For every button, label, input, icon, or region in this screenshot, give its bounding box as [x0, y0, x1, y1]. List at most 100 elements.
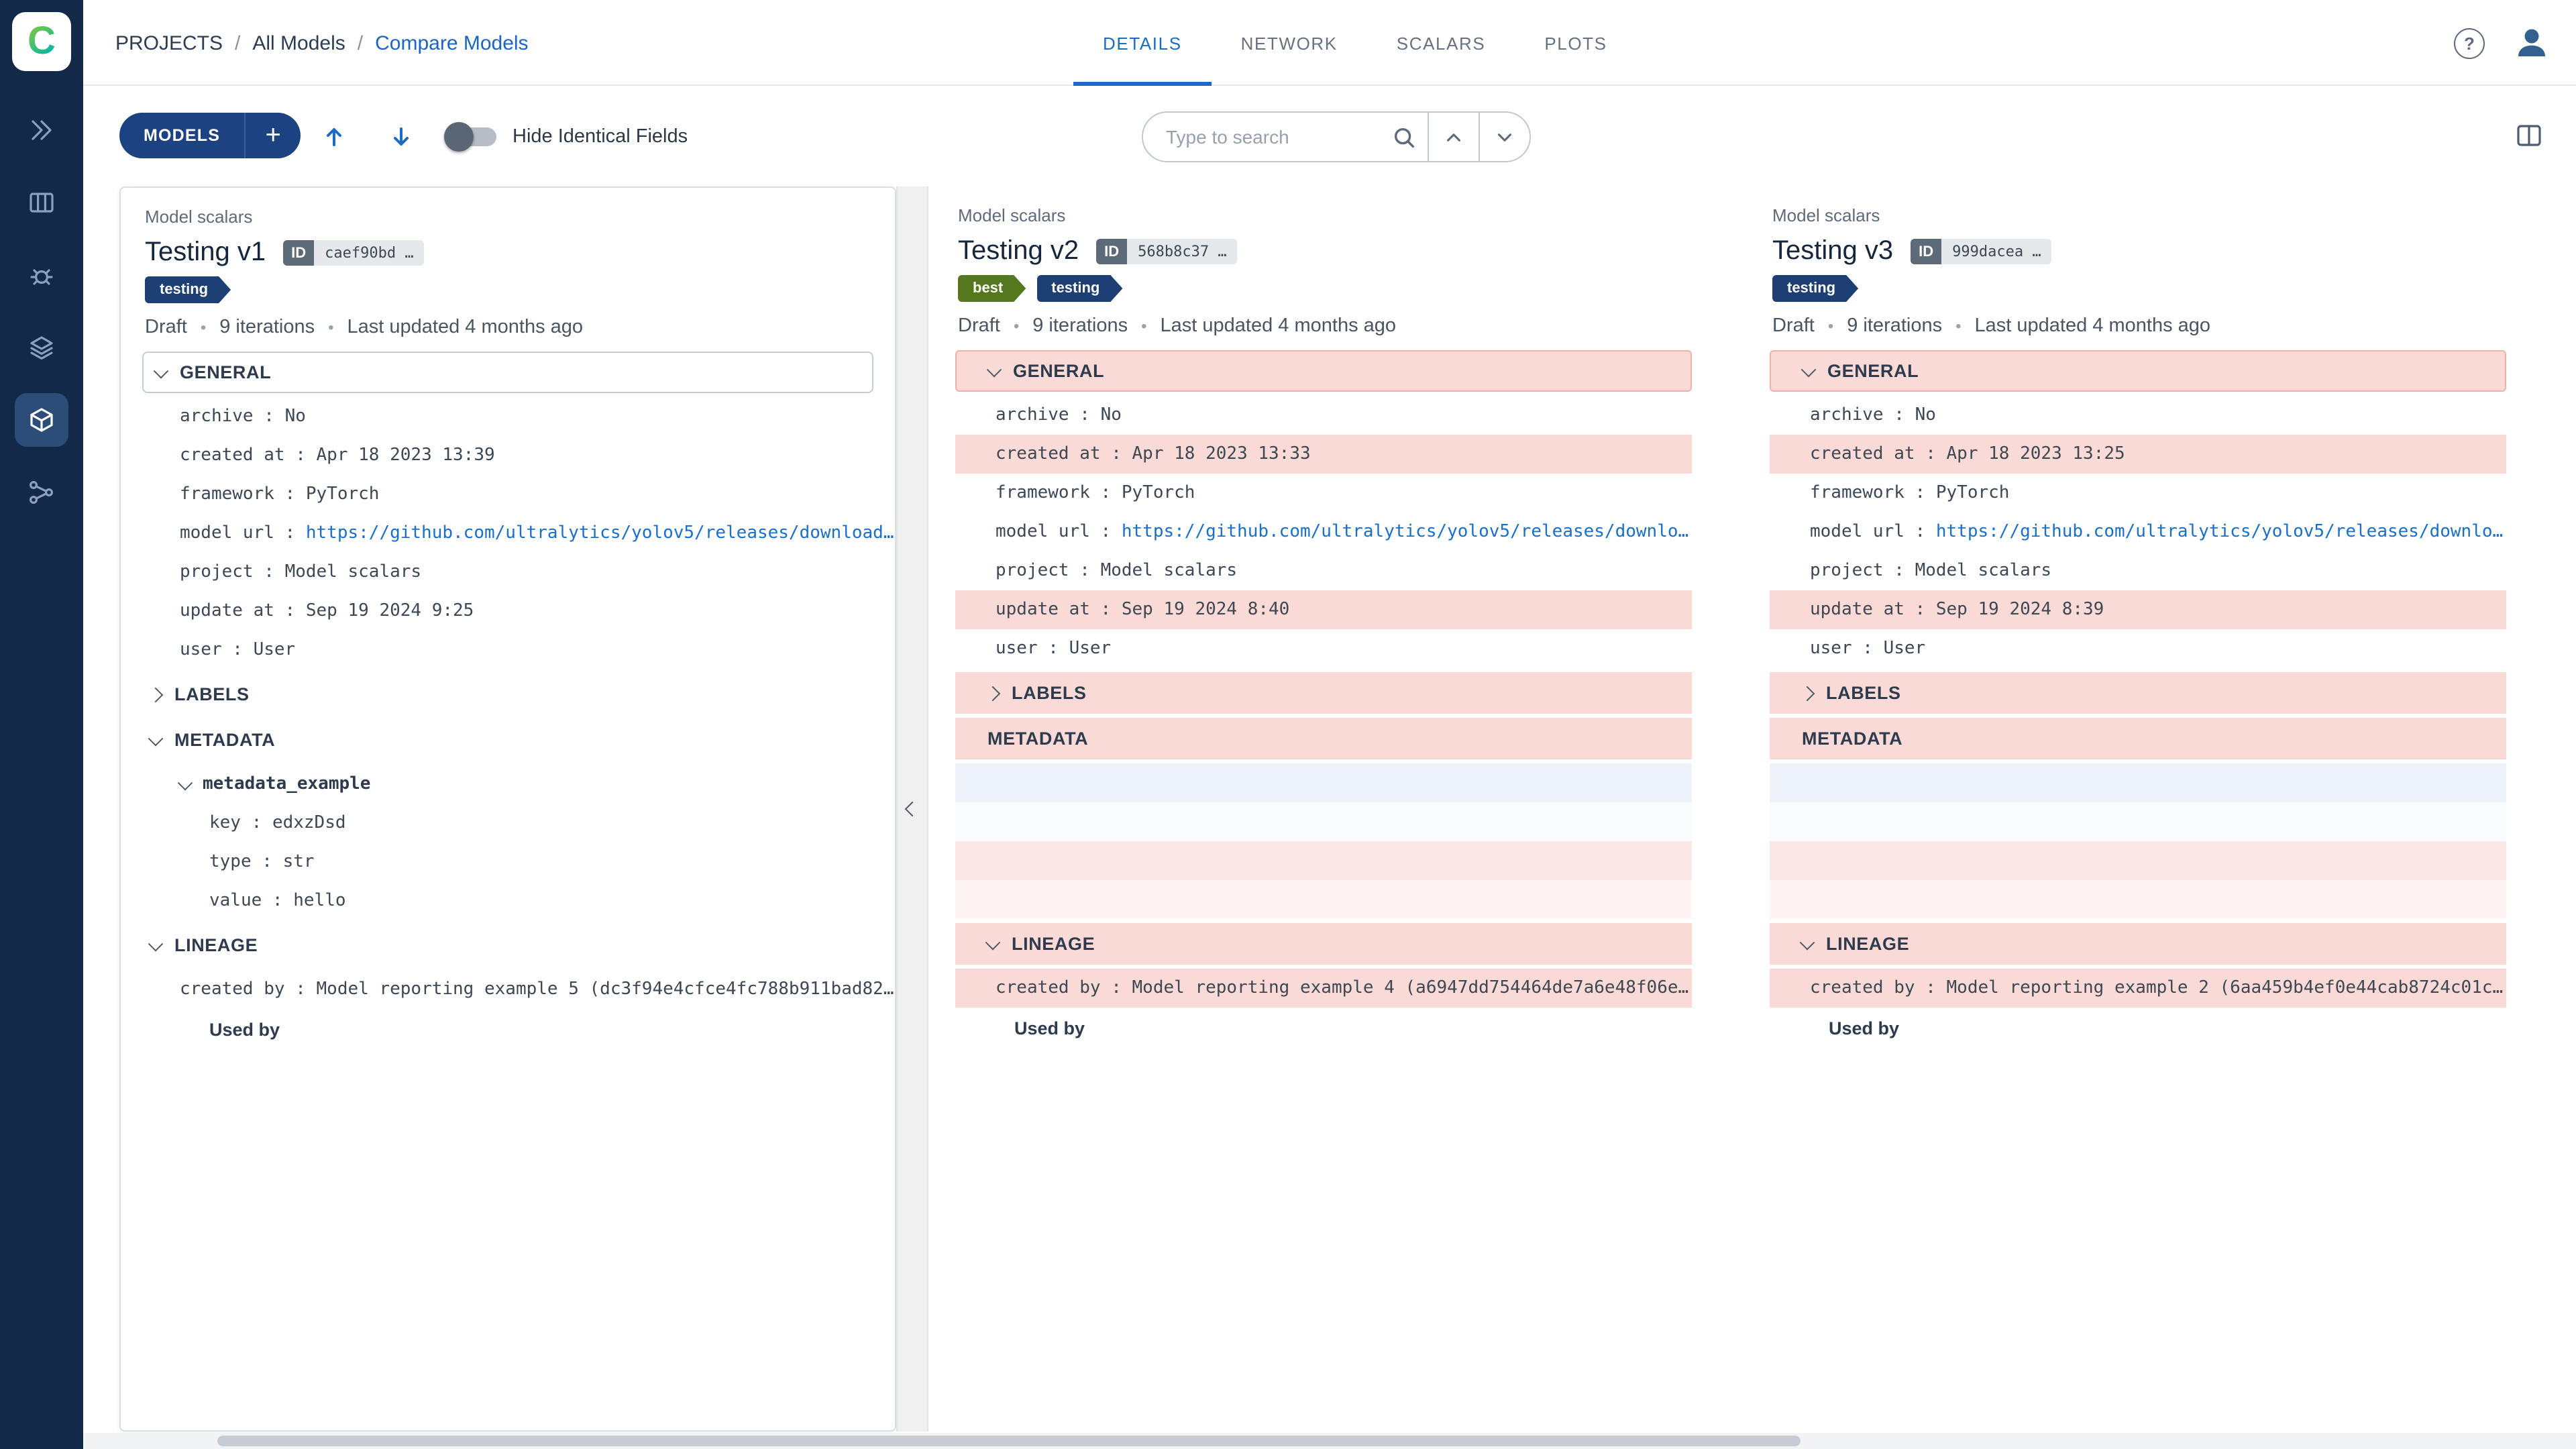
tab-scalars[interactable]: SCALARS — [1367, 0, 1515, 86]
section-labels[interactable]: LABELS — [121, 674, 895, 715]
model-id-badge[interactable]: ID 999dacea … — [1911, 239, 2052, 264]
used-by-label: Used by — [1829, 1018, 1900, 1038]
field-key: created by — [180, 979, 285, 1000]
search-group — [1142, 111, 1531, 162]
field-value: No — [1100, 405, 1122, 425]
user-avatar-icon[interactable] — [2512, 23, 2552, 63]
hide-identical-toggle[interactable] — [444, 122, 496, 152]
field-key: update at — [1810, 600, 1904, 620]
lineage-created-by-row: created by : Model reporting example 4 (… — [955, 969, 1692, 1008]
separator: : — [253, 562, 285, 582]
comet-logo-glyph: C — [28, 19, 56, 62]
model-status-line: Draft • 9 iterations • Last updated 4 mo… — [958, 315, 1692, 337]
separator: : — [1851, 639, 1884, 659]
field-row-created-at: created at : Apr 18 2023 13:25 — [1770, 435, 2506, 474]
model-id-badge[interactable]: ID 568b8c37 … — [1096, 239, 1238, 264]
field-row-archive: archive : No — [121, 397, 895, 436]
panel-collapse-divider[interactable] — [896, 186, 928, 1432]
field-key: update at — [996, 600, 1090, 620]
tab-details[interactable]: DETAILS — [1073, 0, 1212, 86]
section-general[interactable]: GENERAL — [1770, 350, 2506, 392]
iterations-text: 9 iterations — [1847, 315, 1943, 337]
separator: : — [1089, 600, 1122, 620]
breadcrumb-all-models[interactable]: All Models — [252, 32, 345, 54]
breadcrumb-compare-models[interactable]: Compare Models — [375, 32, 528, 54]
sidebar-item-debugger[interactable] — [15, 248, 68, 302]
models-button[interactable]: MODELS — [119, 113, 245, 158]
updated-text: Last updated 4 months ago — [1974, 315, 2211, 337]
field-key: key — [209, 813, 241, 833]
separator: : — [1915, 444, 1947, 464]
metadata-row-value: value : hello — [121, 881, 895, 920]
metadata-group[interactable]: metadata_example — [121, 765, 895, 804]
metadata-empty-row — [1770, 763, 2506, 802]
field-value-link[interactable]: https://github.com/ultralytics/yolov5/re… — [1122, 522, 1692, 542]
field-value: Model scalars — [284, 562, 422, 582]
dot-separator: • — [1141, 317, 1147, 335]
tag-best[interactable]: best — [958, 275, 1026, 302]
sidebar-item-artifacts[interactable] — [15, 321, 68, 374]
dot-separator: • — [1013, 317, 1020, 335]
section-metadata[interactable]: METADATA — [121, 719, 895, 761]
separator: : — [1904, 522, 1936, 542]
move-up-button[interactable] — [311, 115, 357, 158]
model-header: Model scalars Testing v3 ID 999dacea … te… — [1770, 186, 2506, 337]
field-row-framework: framework : PyTorch — [955, 474, 1692, 513]
tab-network[interactable]: NETWORK — [1212, 0, 1367, 86]
metadata-empty-row — [955, 841, 1692, 880]
separator: : — [253, 407, 285, 427]
columns-panel-button[interactable] — [2514, 121, 2544, 157]
field-value-link[interactable]: https://github.com/ultralytics/yolov5/re… — [1936, 522, 2506, 542]
field-value: Sep 19 2024 8:39 — [1935, 600, 2104, 620]
section-lineage[interactable]: LINEAGE — [1770, 923, 2506, 965]
comet-logo[interactable]: C — [12, 12, 71, 71]
field-row-created-at: created at : Apr 18 2023 13:39 — [121, 436, 895, 475]
sidebar-item-panels[interactable] — [15, 176, 68, 229]
help-icon[interactable]: ? — [2454, 28, 2485, 58]
breadcrumb-projects[interactable]: PROJECTS — [115, 32, 223, 54]
section-label: GENERAL — [1827, 361, 1919, 381]
scrollbar-thumb[interactable] — [217, 1436, 1801, 1446]
arrow-down-icon — [394, 127, 409, 146]
tag-list: best testing — [958, 275, 1692, 302]
move-down-button[interactable] — [378, 115, 424, 158]
sidebar-item-experiments[interactable] — [15, 103, 68, 157]
search-prev-button[interactable] — [1428, 113, 1479, 161]
search-next-button[interactable] — [1479, 113, 1529, 161]
columns-panel-icon — [2517, 125, 2541, 146]
section-lineage[interactable]: LINEAGE — [121, 924, 895, 966]
tag-testing[interactable]: testing — [1036, 275, 1122, 302]
tag-testing[interactable]: testing — [145, 276, 231, 303]
field-value: Model reporting example 5 (dc3f94e4cfce4… — [316, 979, 895, 1000]
section-general[interactable]: GENERAL — [142, 352, 873, 393]
tab-plots[interactable]: PLOTS — [1515, 0, 1636, 86]
tag-testing[interactable]: testing — [1772, 275, 1858, 302]
metadata-empty-row — [1770, 841, 2506, 880]
separator: : — [1904, 600, 1936, 620]
model-status-line: Draft • 9 iterations • Last updated 4 mo… — [145, 317, 871, 338]
field-key: framework — [996, 483, 1090, 503]
horizontal-scrollbar[interactable] — [83, 1433, 2576, 1449]
sidebar-item-pipelines[interactable] — [15, 466, 68, 519]
separator: : — [1100, 978, 1132, 998]
sidebar-item-model-registry[interactable] — [15, 393, 68, 447]
section-general[interactable]: GENERAL — [955, 350, 1692, 392]
field-key: created at — [180, 445, 285, 466]
field-key: user — [1810, 639, 1852, 659]
search-input[interactable] — [1143, 113, 1379, 161]
section-metadata[interactable]: METADATA — [1770, 718, 2506, 759]
updated-text: Last updated 4 months ago — [347, 317, 584, 338]
updated-text: Last updated 4 months ago — [1160, 315, 1397, 337]
section-metadata[interactable]: METADATA — [955, 718, 1692, 759]
field-value: User — [1069, 639, 1112, 659]
model-name: Testing v1 — [145, 237, 266, 267]
model-id-badge[interactable]: ID caef90bd … — [283, 240, 425, 266]
topbar: PROJECTS / All Models / Compare Models D… — [0, 0, 2576, 86]
field-value-link[interactable]: https://github.com/ultralytics/yolov5/re… — [306, 523, 895, 543]
chevron-down-icon — [177, 774, 193, 790]
section-labels[interactable]: LABELS — [955, 672, 1692, 714]
add-model-button[interactable]: + — [244, 113, 301, 158]
section-labels[interactable]: LABELS — [1770, 672, 2506, 714]
section-lineage[interactable]: LINEAGE — [955, 923, 1692, 965]
search-icon[interactable] — [1379, 113, 1428, 161]
